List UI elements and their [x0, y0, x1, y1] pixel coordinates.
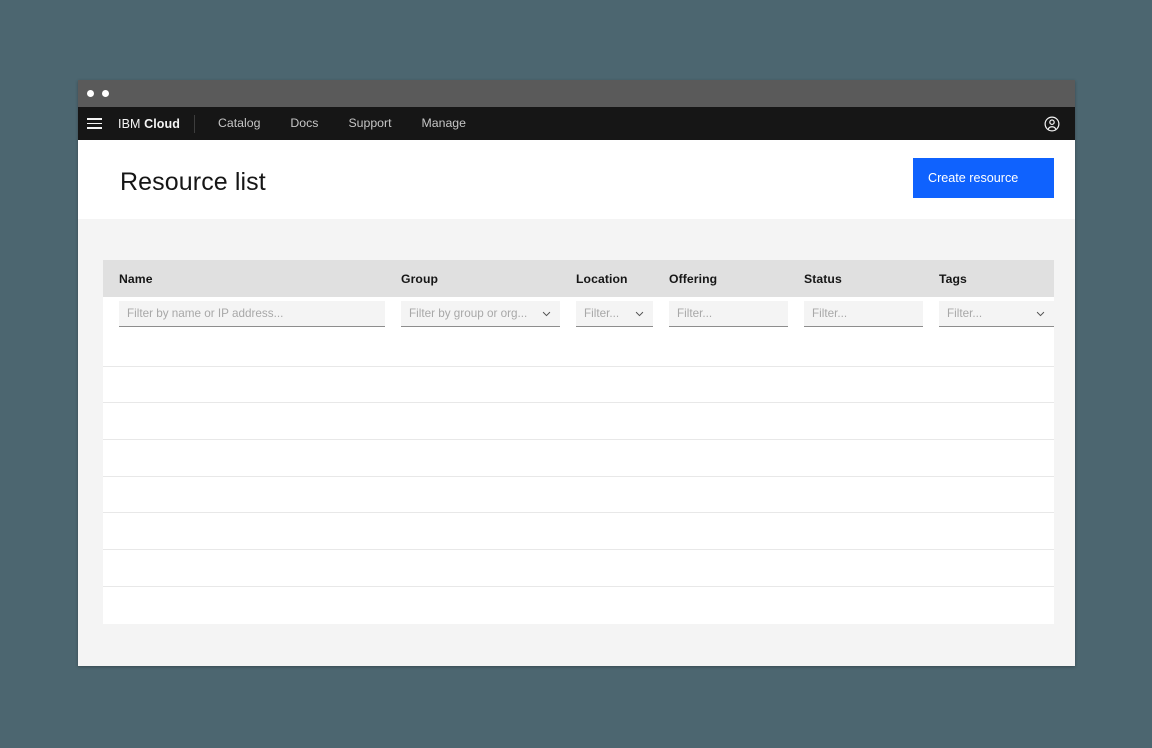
window-dot-1[interactable] — [87, 90, 94, 97]
column-header-location[interactable]: Location — [560, 272, 653, 286]
filter-select-location[interactable]: Filter... — [576, 300, 653, 327]
filter-input-name-placeholder: Filter by name or IP address... — [127, 306, 284, 320]
page-title: Resource list — [120, 168, 266, 196]
user-avatar-icon[interactable] — [1039, 111, 1065, 137]
nav-links: Catalog Docs Support Manage — [203, 107, 481, 140]
table-header-row: Name Group Location Offering Status Tags — [103, 260, 1054, 297]
table-row[interactable] — [103, 550, 1054, 587]
table-row[interactable] — [103, 367, 1054, 404]
column-header-status[interactable]: Status — [788, 272, 923, 286]
window-dot-2[interactable] — [102, 90, 109, 97]
window-titlebar — [78, 80, 1075, 107]
nav-link-support[interactable]: Support — [333, 107, 406, 140]
filter-cell-group: Filter by group or org... — [385, 300, 560, 327]
table-row[interactable] — [103, 587, 1054, 624]
column-header-tags[interactable]: Tags — [923, 272, 1054, 286]
brand-prefix: IBM — [118, 116, 141, 131]
filter-input-status[interactable]: Filter... — [804, 300, 923, 327]
page-content: Name Group Location Offering Status Tags… — [78, 219, 1075, 666]
column-header-name[interactable]: Name — [103, 272, 385, 286]
chevron-down-icon — [635, 311, 644, 316]
brand-name: Cloud — [144, 116, 181, 131]
filter-cell-name: Filter by name or IP address... — [103, 300, 385, 327]
hamburger-menu-icon[interactable] — [78, 107, 111, 140]
filter-cell-offering: Filter... — [653, 300, 788, 327]
filter-input-offering-placeholder: Filter... — [677, 306, 713, 320]
hamburger-line — [87, 122, 102, 125]
nav-divider — [194, 114, 196, 133]
filter-cell-location: Filter... — [560, 300, 653, 327]
table-row[interactable] — [103, 403, 1054, 441]
top-navigation-bar: IBM Cloud Catalog Docs Support Manage — [78, 107, 1075, 140]
table-row[interactable] — [103, 440, 1054, 477]
browser-window: IBM Cloud Catalog Docs Support Manage Re… — [78, 80, 1075, 666]
filter-select-group[interactable]: Filter by group or org... — [401, 300, 560, 327]
table-body — [103, 330, 1054, 624]
chevron-down-icon — [1036, 311, 1045, 316]
table-row[interactable] — [103, 330, 1054, 367]
hamburger-line — [87, 127, 102, 129]
column-header-group[interactable]: Group — [385, 272, 560, 286]
chevron-down-icon — [542, 311, 551, 316]
resource-list-table: Name Group Location Offering Status Tags… — [103, 260, 1054, 624]
table-filter-row: Filter by name or IP address... Filter b… — [103, 297, 1054, 330]
filter-select-tags-placeholder: Filter... — [947, 306, 983, 320]
filter-cell-tags: Filter... — [923, 300, 1054, 327]
brand-ibm-cloud[interactable]: IBM Cloud — [111, 117, 194, 131]
column-header-offering[interactable]: Offering — [653, 272, 788, 286]
filter-select-location-placeholder: Filter... — [584, 306, 620, 320]
filter-input-status-placeholder: Filter... — [812, 306, 848, 320]
nav-right-actions — [1039, 107, 1075, 140]
create-resource-button[interactable]: Create resource — [913, 158, 1054, 198]
filter-input-name[interactable]: Filter by name or IP address... — [119, 300, 385, 327]
nav-link-catalog[interactable]: Catalog — [203, 107, 275, 140]
filter-select-group-placeholder: Filter by group or org... — [409, 306, 528, 320]
filter-input-offering[interactable]: Filter... — [669, 300, 788, 327]
page-header: Resource list Create resource — [78, 140, 1075, 219]
nav-link-docs[interactable]: Docs — [275, 107, 333, 140]
filter-cell-status: Filter... — [788, 300, 923, 327]
table-row[interactable] — [103, 513, 1054, 551]
table-row[interactable] — [103, 477, 1054, 514]
nav-link-manage[interactable]: Manage — [407, 107, 481, 140]
filter-select-tags[interactable]: Filter... — [939, 300, 1054, 327]
hamburger-line — [87, 118, 102, 120]
